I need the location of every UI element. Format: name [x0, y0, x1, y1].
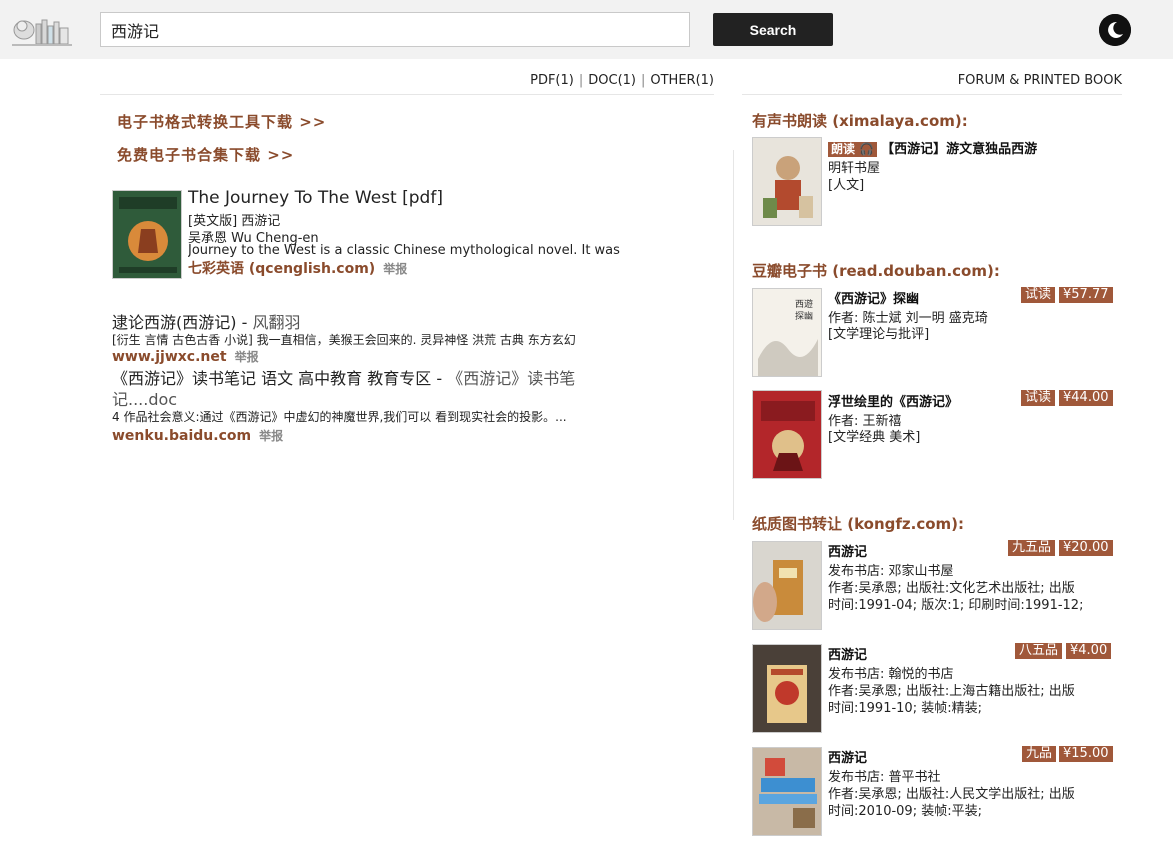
trial-badge[interactable]: 试读	[1021, 287, 1056, 303]
divider	[100, 94, 714, 95]
divider	[742, 94, 1122, 95]
headphones-icon: 🎧	[859, 142, 875, 156]
report-link[interactable]: 举报	[259, 429, 283, 443]
result-title-author[interactable]: 风翻羽	[252, 313, 300, 332]
book-cover[interactable]: 西遊 探幽	[752, 288, 822, 377]
filter-other[interactable]: OTHER(1)	[650, 73, 714, 88]
filter-doc[interactable]: DOC(1)	[588, 73, 636, 88]
book-title[interactable]: 西游记	[828, 541, 867, 560]
book-title[interactable]: 《西游记》探幽	[828, 288, 919, 307]
report-link[interactable]: 举报	[383, 262, 407, 276]
book-title[interactable]: 浮世绘里的《西游记》	[828, 391, 958, 410]
trial-badge[interactable]: 试读	[1021, 390, 1056, 406]
top-bar: Search	[0, 0, 1173, 59]
audio-category: [人文]	[828, 178, 865, 193]
dark-mode-toggle-icon[interactable]	[1099, 14, 1131, 46]
search-input[interactable]	[100, 12, 690, 47]
book-cover[interactable]	[112, 190, 182, 279]
audio-title[interactable]: 朗读 🎧 【西游记】游文意独品西游	[828, 138, 1037, 157]
result-snippet: Journey to the West is a classic Chinese…	[188, 243, 620, 258]
price-badge[interactable]: ¥15.00	[1059, 746, 1113, 762]
result-source: www.jjwxc.net 举报	[112, 348, 259, 365]
forum-printed-book-link[interactable]: FORUM & PRINTED BOOK	[958, 73, 1122, 88]
source-link[interactable]: wenku.baidu.com	[112, 428, 251, 444]
result-title[interactable]: 逮论西游(西游记) - 风翻羽	[112, 309, 300, 333]
separator: |	[578, 73, 584, 88]
audio-tag-label: 朗读	[831, 142, 856, 156]
kongfz-section-title: 纸质图书转让 (kongfz.com):	[752, 515, 965, 533]
book-category: [文学理论与批评]	[828, 327, 930, 342]
douban-section-title: 豆瓣电子书 (read.douban.com):	[752, 262, 1000, 280]
book-cover[interactable]	[752, 390, 822, 479]
svg-text:探幽: 探幽	[795, 310, 813, 322]
report-link[interactable]: 举报	[235, 350, 259, 364]
column-divider	[733, 150, 734, 520]
result-title[interactable]: The Journey To The West [pdf]	[188, 188, 443, 208]
site-logo[interactable]	[10, 12, 74, 48]
book-photo[interactable]	[752, 747, 822, 836]
price-badge[interactable]: ¥57.77	[1059, 287, 1113, 303]
search-button[interactable]: Search	[713, 13, 833, 46]
price-badge[interactable]: ¥4.00	[1066, 643, 1112, 659]
book-info: 时间:1991-10; 装帧:精装;	[828, 701, 982, 716]
source-link[interactable]: 七彩英语 (qcenglish.com)	[188, 261, 375, 277]
book-category: [文学经典 美术]	[828, 430, 921, 445]
book-title[interactable]: 西游记	[828, 644, 867, 663]
condition-badge: 九五品	[1008, 540, 1056, 556]
result-snippet: [衍生 言情 古色古香 小说] 我一直相信，美猴王会回来的. 灵异神怪 洪荒 古…	[112, 333, 576, 347]
filter-pdf[interactable]: PDF(1)	[530, 73, 574, 88]
filetype-filter: PDF(1) | DOC(1) | OTHER(1)	[530, 73, 714, 88]
source-link[interactable]: www.jjwxc.net	[112, 349, 227, 365]
result-title[interactable]: 《西游记》读书笔记 语文 高中教育 教育专区 - 《西游记》读书笔	[112, 365, 575, 389]
audio-cover[interactable]	[752, 137, 822, 226]
audio-section-title: 有声书朗读 (ximalaya.com):	[752, 112, 968, 130]
svg-text:西遊: 西遊	[795, 298, 813, 310]
result-title-continuation[interactable]: 记....doc	[112, 386, 177, 410]
condition-badge: 九品	[1022, 746, 1057, 762]
price-badge[interactable]: ¥20.00	[1059, 540, 1113, 556]
price-badge[interactable]: ¥44.00	[1059, 390, 1113, 406]
book-info: 时间:2010-09; 装帧:平装;	[828, 804, 982, 819]
result-snippet: 4 作品社会意义:通过《西游记》中虚幻的神魔世界,我们可以 看到现实社会的投影。…	[112, 410, 567, 424]
title-dash: -	[431, 369, 448, 388]
title-dash: -	[236, 313, 253, 332]
result-source: wenku.baidu.com 举报	[112, 427, 283, 444]
book-photo[interactable]	[752, 644, 822, 733]
separator: |	[640, 73, 646, 88]
converter-download-link[interactable]: 电子书格式转换工具下载 >>	[117, 111, 326, 132]
audio-tag: 朗读 🎧	[828, 142, 878, 157]
book-photo[interactable]	[752, 541, 822, 630]
result-source: 七彩英语 (qcenglish.com) 举报	[188, 258, 407, 278]
book-title[interactable]: 西游记	[828, 747, 867, 766]
condition-badge: 八五品	[1015, 643, 1063, 659]
result-title-author[interactable]: 《西游记》读书笔	[447, 369, 575, 388]
book-info: 时间:1991-04; 版次:1; 印刷时间:1991-12;	[828, 598, 1084, 613]
audio-title-text[interactable]: 【西游记】游文意独品西游	[881, 142, 1037, 157]
result-title-main[interactable]: 逮论西游(西游记)	[112, 313, 237, 332]
ebook-collection-link[interactable]: 免费电子书合集下载 >>	[117, 144, 294, 165]
